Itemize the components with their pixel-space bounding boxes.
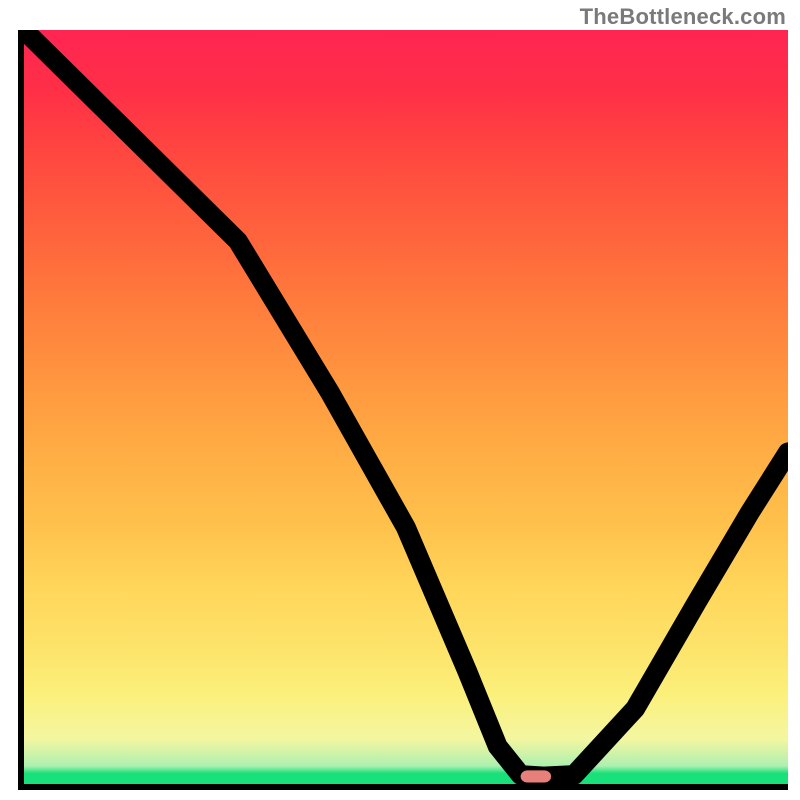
watermark-text: TheBottleneck.com bbox=[580, 4, 786, 30]
bottleneck-curve bbox=[24, 30, 788, 776]
plot-area bbox=[18, 30, 788, 790]
curve-layer bbox=[24, 30, 788, 784]
optimal-point-marker bbox=[521, 770, 552, 782]
chart-container: TheBottleneck.com bbox=[0, 0, 800, 800]
